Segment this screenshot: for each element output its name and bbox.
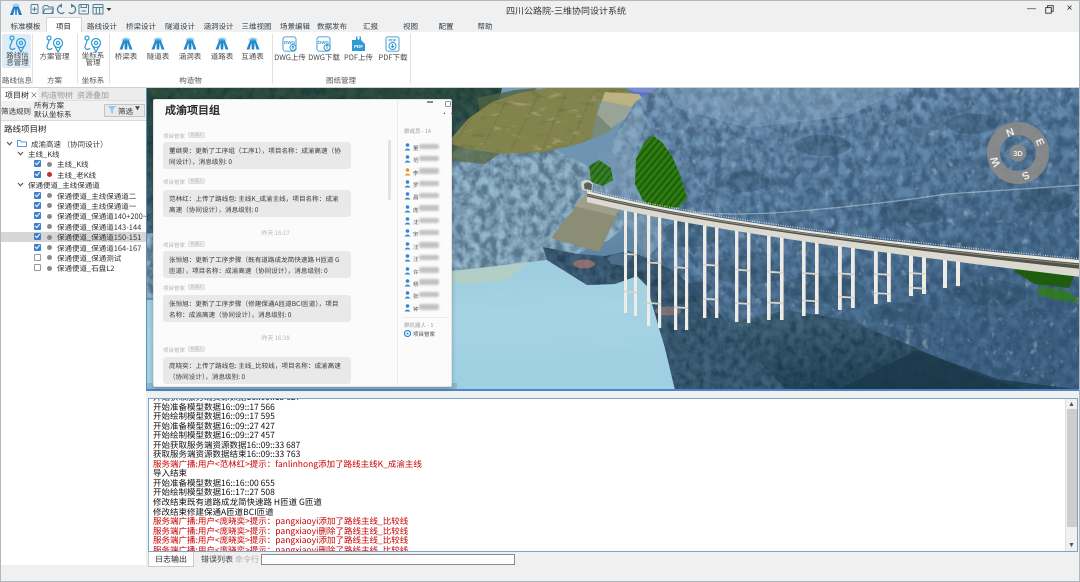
svg-text:PDF: PDF xyxy=(354,44,363,49)
svg-text:PDF: PDF xyxy=(389,38,398,43)
svg-text:3D: 3D xyxy=(1013,149,1023,158)
